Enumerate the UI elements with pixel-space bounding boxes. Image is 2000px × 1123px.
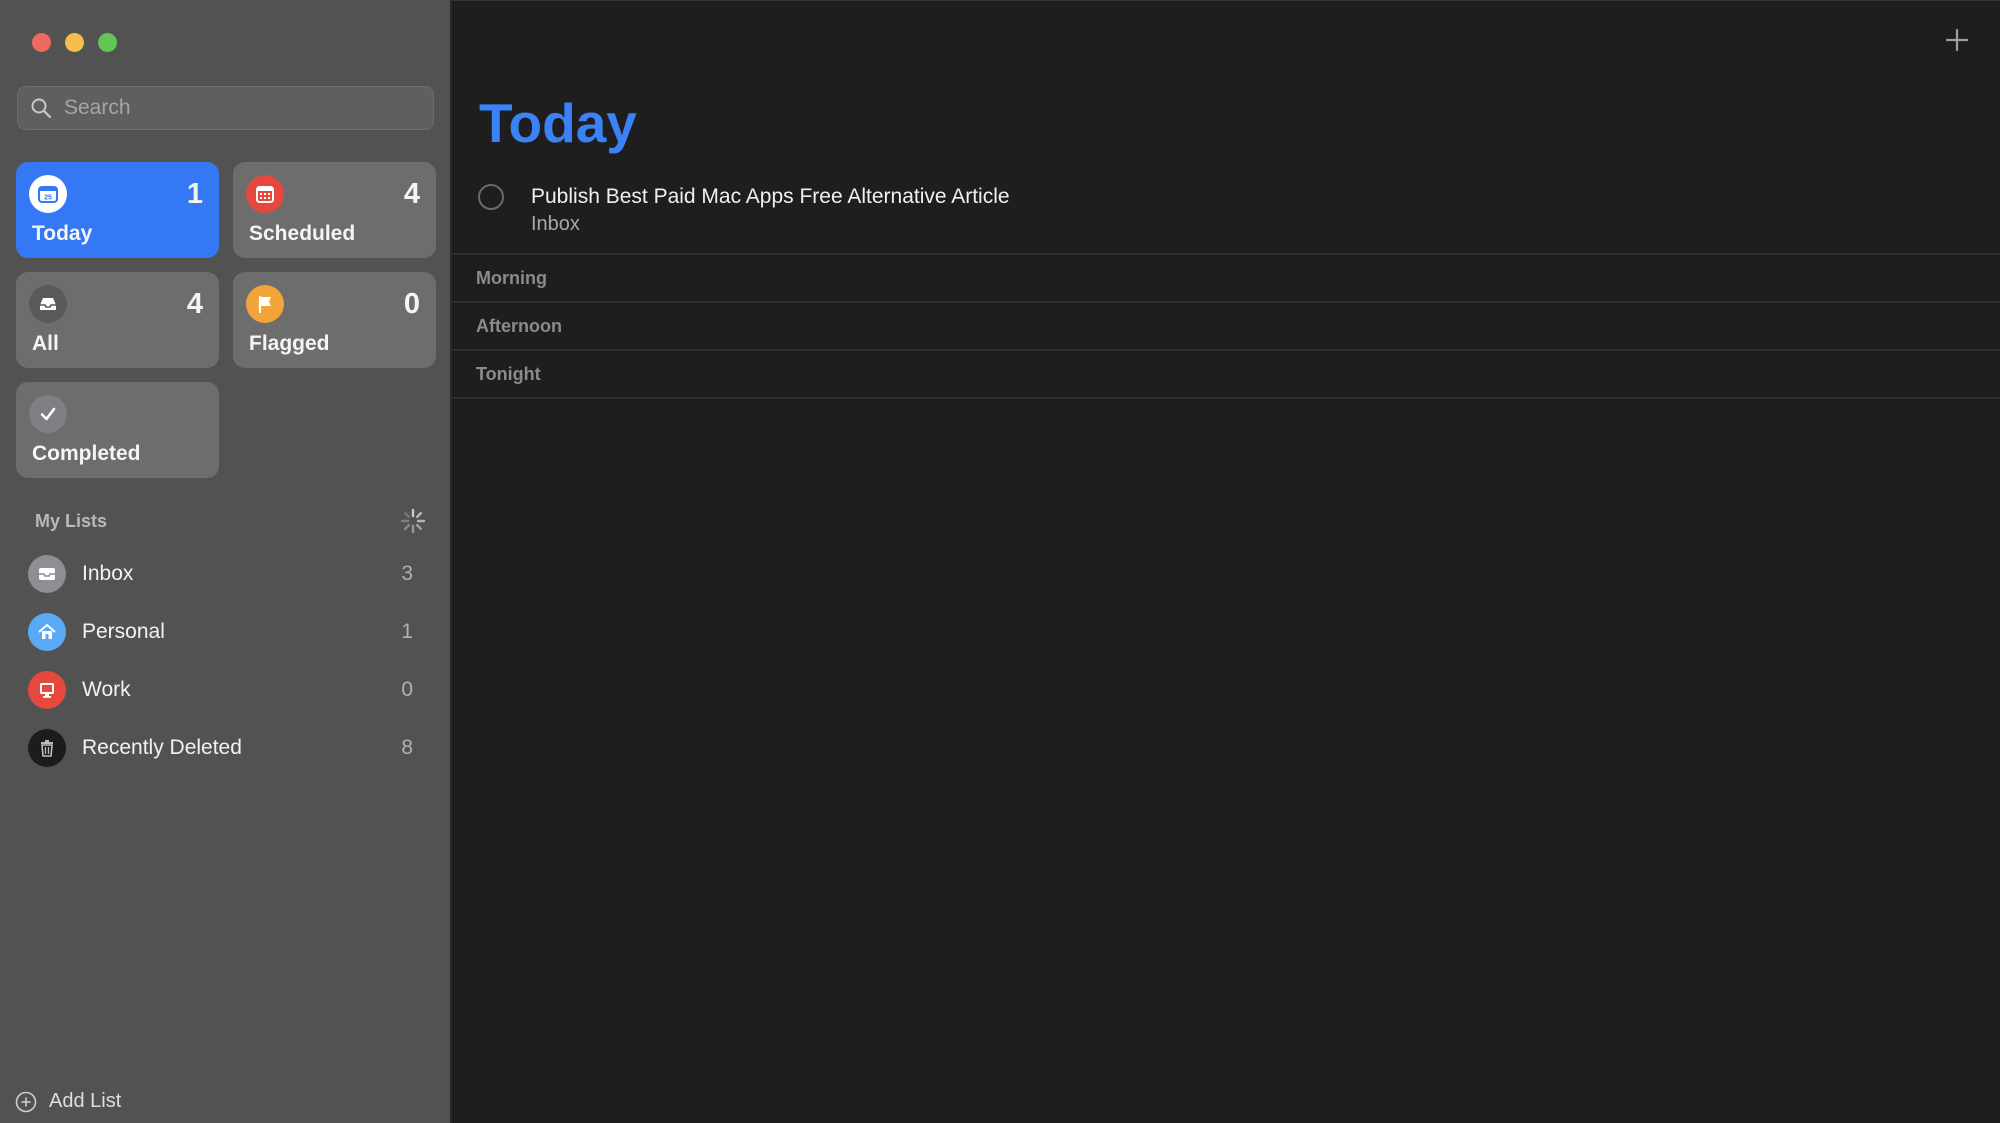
monitor-icon (28, 671, 66, 709)
close-window-button[interactable] (32, 33, 51, 52)
minimize-window-button[interactable] (65, 33, 84, 52)
search-icon (31, 98, 52, 119)
add-list-label: Add List (49, 1090, 122, 1112)
reminder-item[interactable]: Publish Best Paid Mac Apps Free Alternat… (478, 182, 2000, 252)
list-name: Personal (82, 620, 165, 643)
svg-text:25: 25 (44, 195, 52, 202)
page-title: Today (479, 92, 637, 154)
list-count: 0 (401, 678, 413, 701)
main-pane: Today Publish Best Paid Mac Apps Free Al… (452, 0, 2000, 1123)
window-controls (32, 33, 117, 52)
today-label: Today (32, 222, 93, 245)
house-icon (28, 613, 66, 651)
checkmark-icon (29, 395, 67, 433)
list-name: Work (82, 678, 131, 701)
flag-icon (246, 285, 284, 323)
new-reminder-button[interactable] (1942, 25, 1972, 55)
search-field[interactable] (17, 86, 434, 130)
my-lists-title: My Lists (35, 510, 108, 531)
all-count: 4 (186, 288, 203, 320)
plus-icon (1945, 28, 1969, 52)
add-list-button[interactable]: Add List (15, 1090, 121, 1113)
list-name: Recently Deleted (82, 736, 242, 759)
search-input[interactable] (62, 95, 406, 121)
time-sections: Morning Afternoon Tonight (452, 253, 2000, 399)
today-count: 1 (186, 178, 203, 210)
sidebar: 25 1 Today 4 (0, 0, 452, 1123)
list-item-personal[interactable]: Personal 1 (28, 603, 418, 661)
inbox-icon (28, 555, 66, 593)
reminder-title[interactable]: Publish Best Paid Mac Apps Free Alternat… (531, 185, 1010, 209)
list-item-work[interactable]: Work 0 (28, 661, 418, 719)
list-count: 1 (401, 620, 413, 643)
my-lists: Inbox 3 Personal 1 Work 0 Recently Delet… (28, 545, 418, 777)
section-afternoon[interactable]: Afternoon (452, 301, 2000, 349)
my-lists-header: My Lists (35, 508, 426, 534)
calendar-icon: 25 (29, 175, 67, 213)
completed-label: Completed (32, 442, 141, 465)
calendar-grid-icon (246, 175, 284, 213)
list-name: Inbox (82, 562, 134, 585)
scheduled-count: 4 (403, 178, 420, 210)
trash-icon (28, 729, 66, 767)
section-tonight[interactable]: Tonight (452, 349, 2000, 399)
smart-list-completed[interactable]: Completed (16, 382, 219, 478)
scheduled-label: Scheduled (249, 222, 356, 245)
flagged-count: 0 (403, 288, 420, 320)
zoom-window-button[interactable] (98, 33, 117, 52)
list-item-inbox[interactable]: Inbox 3 (28, 545, 418, 603)
smart-list-all[interactable]: 4 All (16, 272, 219, 368)
loading-spinner-icon (400, 508, 426, 534)
list-item-recently-deleted[interactable]: Recently Deleted 8 (28, 719, 418, 777)
reminder-checkbox[interactable] (478, 184, 504, 210)
list-count: 8 (401, 736, 413, 759)
smart-list-scheduled[interactable]: 4 Scheduled (233, 162, 436, 258)
section-morning[interactable]: Morning (452, 253, 2000, 301)
flagged-label: Flagged (249, 332, 330, 355)
reminder-list-name: Inbox (531, 213, 580, 235)
all-label: All (32, 332, 59, 355)
smart-list-flagged[interactable]: 0 Flagged (233, 272, 436, 368)
tray-icon (29, 285, 67, 323)
reminders-window: 25 1 Today 4 (0, 0, 2000, 1123)
smart-list-today[interactable]: 25 1 Today (16, 162, 219, 258)
list-count: 3 (401, 562, 413, 585)
plus-circle-icon (15, 1091, 37, 1112)
